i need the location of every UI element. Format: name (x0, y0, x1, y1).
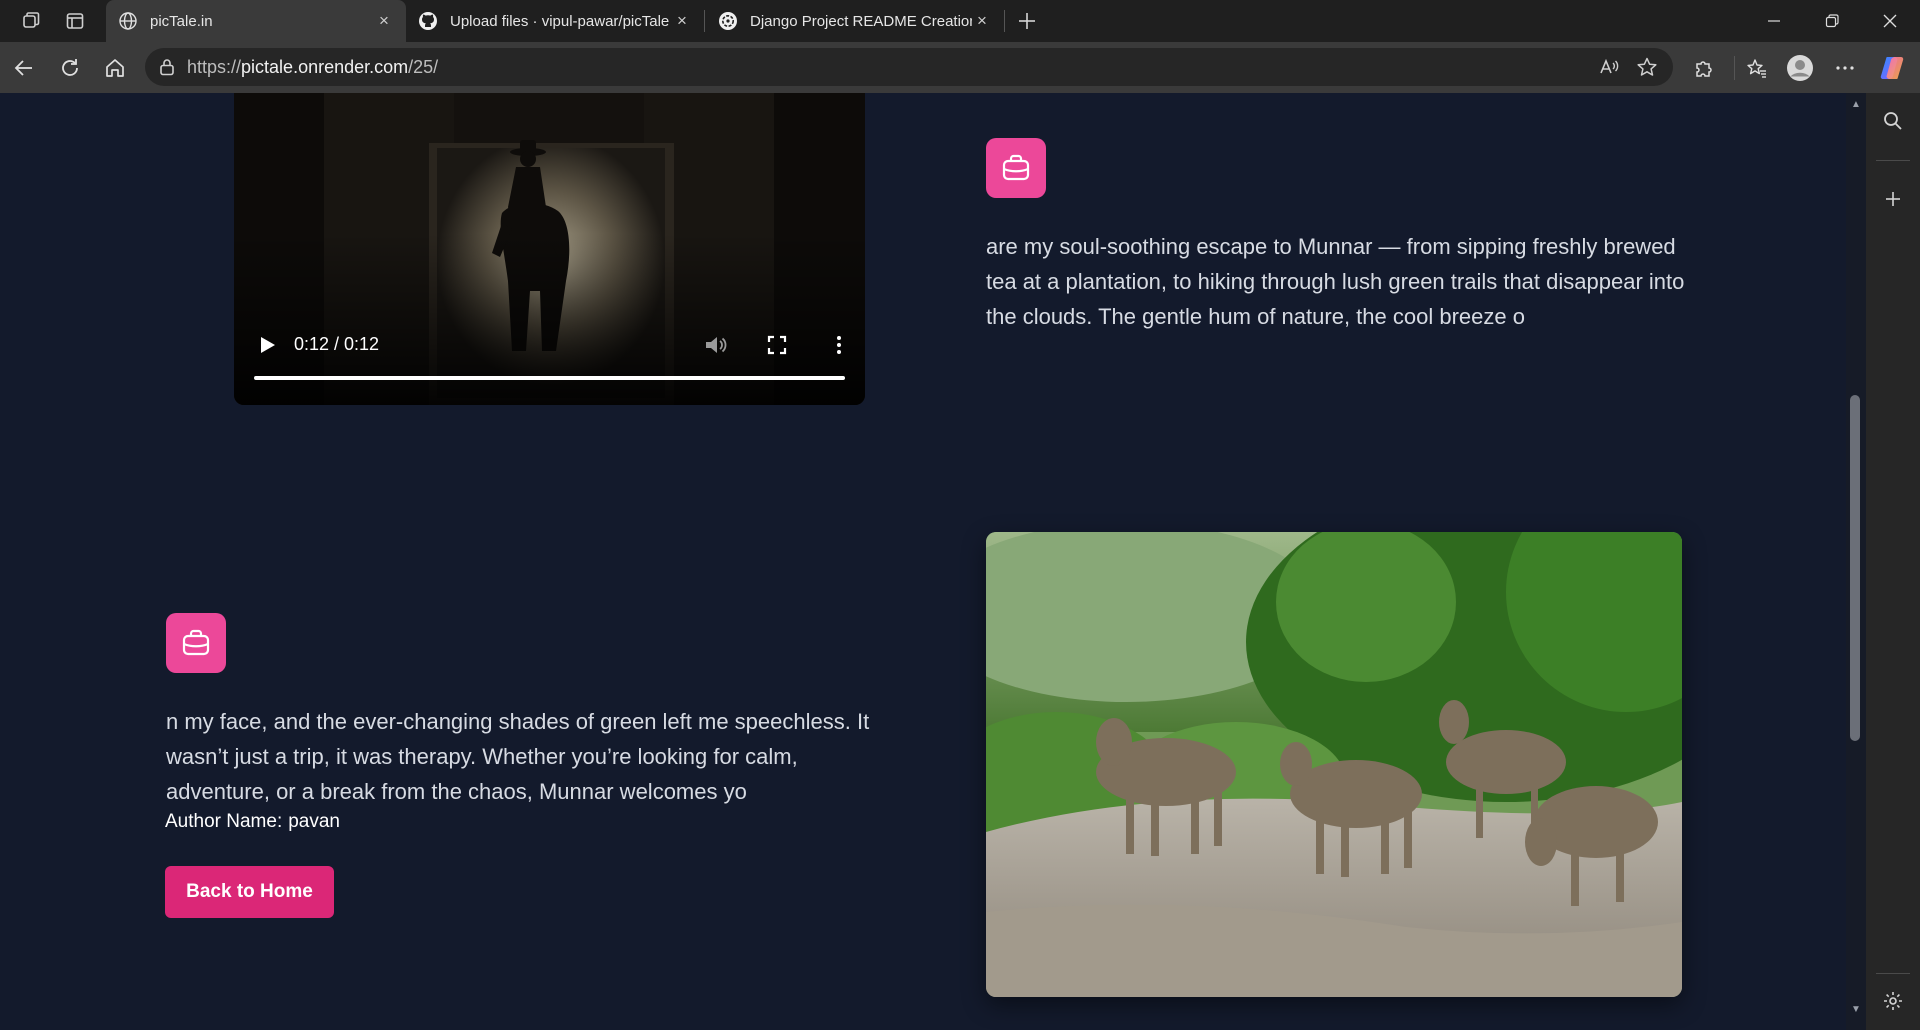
plus-icon (1886, 192, 1900, 206)
story-paragraph: are my soul-soothing escape to Munnar — … (986, 234, 1685, 329)
story-badge (986, 138, 1046, 198)
tab-close-icon[interactable]: × (672, 11, 692, 31)
refresh-icon (62, 59, 78, 76)
globe-icon (118, 11, 138, 31)
refresh-button[interactable] (54, 52, 86, 84)
page-content: 0:12 / 0:12 are my soul-soothing escape … (0, 93, 1846, 1030)
puzzle-icon (1696, 61, 1712, 77)
scroll-down-arrow-icon[interactable]: ▼ (1850, 1005, 1862, 1015)
tab-title: Upload files · vipul-pawar/picTale (450, 12, 670, 30)
tab-title: picTale.in (150, 12, 213, 30)
tab-title: Django Project README Creation (750, 12, 972, 30)
home-icon (106, 59, 124, 77)
author-label: Author Name: (165, 811, 283, 832)
url-path: /25/ (408, 57, 439, 77)
tab-pictale[interactable]: picTale.in × (106, 0, 406, 42)
video-controls: 0:12 / 0:12 (234, 318, 865, 405)
tab-separator (1004, 10, 1005, 32)
toolbar-separator (1734, 56, 1735, 80)
profile-button[interactable] (1784, 52, 1816, 84)
sidebar-add-button[interactable] (1879, 185, 1907, 213)
tab-chatgpt-readme[interactable]: Django Project README Creation × (706, 0, 1004, 42)
favorites-icon (1747, 59, 1766, 78)
vertical-tabs-icon[interactable] (62, 8, 88, 34)
lock-icon[interactable] (157, 57, 177, 77)
arrow-left-icon (14, 60, 32, 76)
home-button[interactable] (99, 52, 131, 84)
tab-github-upload[interactable]: Upload files · vipul-pawar/picTale × (406, 0, 704, 42)
close-window-button[interactable] (1861, 0, 1919, 42)
story-paragraph: n my face, and the ever-changing shades … (166, 709, 870, 804)
read-aloud-icon[interactable] (1597, 55, 1621, 79)
video-progress-bar[interactable] (254, 376, 845, 380)
avatar (1787, 55, 1813, 81)
scroll-up-arrow-icon[interactable]: ▲ (1850, 100, 1862, 110)
story-badge (166, 613, 226, 673)
sidebar-separator (1876, 973, 1910, 974)
briefcase-icon (182, 629, 210, 656)
extensions-button[interactable] (1688, 52, 1720, 84)
settings-more-button[interactable] (1829, 52, 1861, 84)
tab-strip: picTale.in × Upload files · vipul-pawar/… (0, 0, 1920, 42)
video-time: 0:12 / 0:12 (294, 334, 380, 354)
play-icon[interactable] (254, 332, 280, 358)
video-player[interactable]: 0:12 / 0:12 (234, 93, 865, 405)
openai-icon (718, 11, 738, 31)
favorite-star-icon[interactable] (1635, 55, 1659, 79)
address-toolbar: https://pictale.onrender.com/25/ (0, 42, 1920, 93)
back-button[interactable] (8, 52, 40, 84)
plus-icon (1019, 13, 1035, 29)
back-to-home-button[interactable]: Back to Home (165, 866, 334, 918)
copilot-icon (1880, 57, 1904, 79)
sidebar-settings-button[interactable] (1879, 987, 1907, 1015)
url-scheme: https:// (187, 57, 242, 77)
author-name: pavan (288, 811, 341, 832)
restore-icon (1825, 14, 1839, 28)
tab-close-icon[interactable]: × (972, 11, 992, 31)
story-photo (986, 532, 1682, 997)
sidebar-separator (1876, 160, 1910, 161)
new-tab-button[interactable] (1012, 6, 1042, 36)
briefcase-icon (1002, 154, 1030, 181)
minimize-button[interactable] (1745, 0, 1803, 42)
url-host: pictale.onrender.com (241, 57, 409, 77)
story-image (986, 532, 1682, 997)
scrollbar-thumb[interactable] (1850, 395, 1860, 741)
search-icon (1884, 112, 1902, 130)
tab-separator (704, 10, 705, 32)
more-vertical-icon[interactable] (826, 332, 852, 358)
fullscreen-icon[interactable] (764, 332, 790, 358)
author-line: Author Name: pavan (165, 811, 340, 833)
close-icon (1883, 14, 1897, 28)
address-bar[interactable]: https://pictale.onrender.com/25/ (145, 48, 1673, 86)
volume-icon[interactable] (702, 332, 728, 358)
edge-sidebar (1866, 93, 1920, 1030)
restore-button[interactable] (1803, 0, 1861, 42)
copilot-button[interactable] (1876, 52, 1908, 84)
github-icon (418, 11, 438, 31)
more-horizontal-icon (1836, 66, 1854, 70)
minimize-icon (1768, 20, 1780, 22)
url-text[interactable]: https://pictale.onrender.com/25/ (187, 57, 438, 78)
tab-close-icon[interactable]: × (374, 11, 394, 31)
favorites-button[interactable] (1741, 52, 1773, 84)
workspaces-icon[interactable] (18, 8, 44, 34)
gear-icon (1884, 992, 1902, 1010)
sidebar-search-button[interactable] (1879, 107, 1907, 135)
